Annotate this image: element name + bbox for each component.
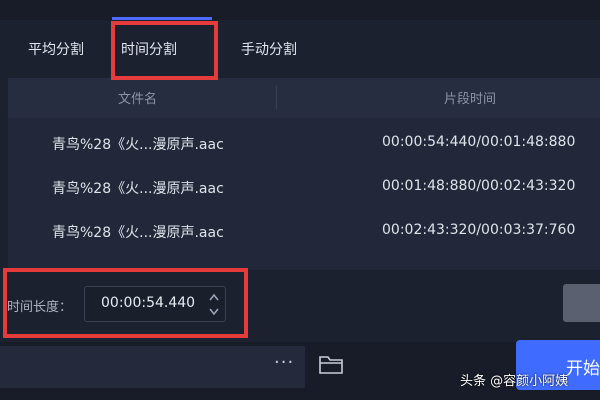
row-segment-time: 00:00:54:440/00:01:48:880 bbox=[382, 134, 576, 150]
table-row[interactable]: 青鸟%28《火...漫原声.aac 00:02:43:320/00:03:37:… bbox=[8, 208, 600, 252]
active-tab-indicator bbox=[112, 17, 212, 20]
row-file-name: 青鸟%28《火...漫原声.aac bbox=[52, 181, 224, 197]
table-header: 文件名 片段时间 bbox=[8, 78, 600, 118]
increment-arrow-icon[interactable] bbox=[207, 291, 221, 303]
tab-time-split[interactable]: 时间分割 bbox=[121, 40, 177, 60]
header-divider bbox=[276, 86, 277, 110]
tab-manual-split[interactable]: 手动分割 bbox=[241, 40, 297, 60]
title-bar bbox=[0, 0, 600, 20]
header-file-name: 文件名 bbox=[118, 92, 158, 107]
start-button-label: 开始 bbox=[566, 359, 600, 379]
split-mode-tabs: 平均分割 时间分割 手动分割 bbox=[0, 30, 600, 70]
segment-table: 文件名 片段时间 青鸟%28《火...漫原声.aac 00:00:54:440/… bbox=[8, 78, 600, 270]
row-segment-time: 00:01:48:880/00:02:43:320 bbox=[382, 178, 576, 194]
tab-even-split[interactable]: 平均分割 bbox=[28, 40, 84, 60]
apply-button[interactable] bbox=[563, 284, 600, 322]
output-path-input[interactable] bbox=[0, 346, 305, 388]
table-row[interactable]: 青鸟%28《火...漫原声.aac 00:01:48:880/00:02:43:… bbox=[8, 164, 600, 208]
time-length-value[interactable]: 00:00:54.440 bbox=[101, 295, 195, 311]
header-segment-time: 片段时间 bbox=[444, 92, 497, 107]
decrement-arrow-icon[interactable] bbox=[207, 306, 221, 318]
table-row[interactable]: 青鸟%28《火...漫原声.aac 00:00:54:440/00:01:48:… bbox=[8, 120, 600, 164]
row-file-name: 青鸟%28《火...漫原声.aac bbox=[52, 225, 224, 241]
time-length-stepper[interactable]: 00:00:54.440 bbox=[84, 286, 226, 322]
watermark: 头条 @容颜小阿姨 bbox=[460, 374, 569, 389]
row-segment-time: 00:02:43:320/00:03:37:760 bbox=[382, 222, 576, 238]
more-options-button[interactable]: ··· bbox=[274, 352, 294, 373]
folder-icon[interactable] bbox=[318, 352, 344, 376]
row-file-name: 青鸟%28《火...漫原声.aac bbox=[52, 137, 224, 153]
time-length-label: 时间长度： bbox=[7, 300, 73, 315]
